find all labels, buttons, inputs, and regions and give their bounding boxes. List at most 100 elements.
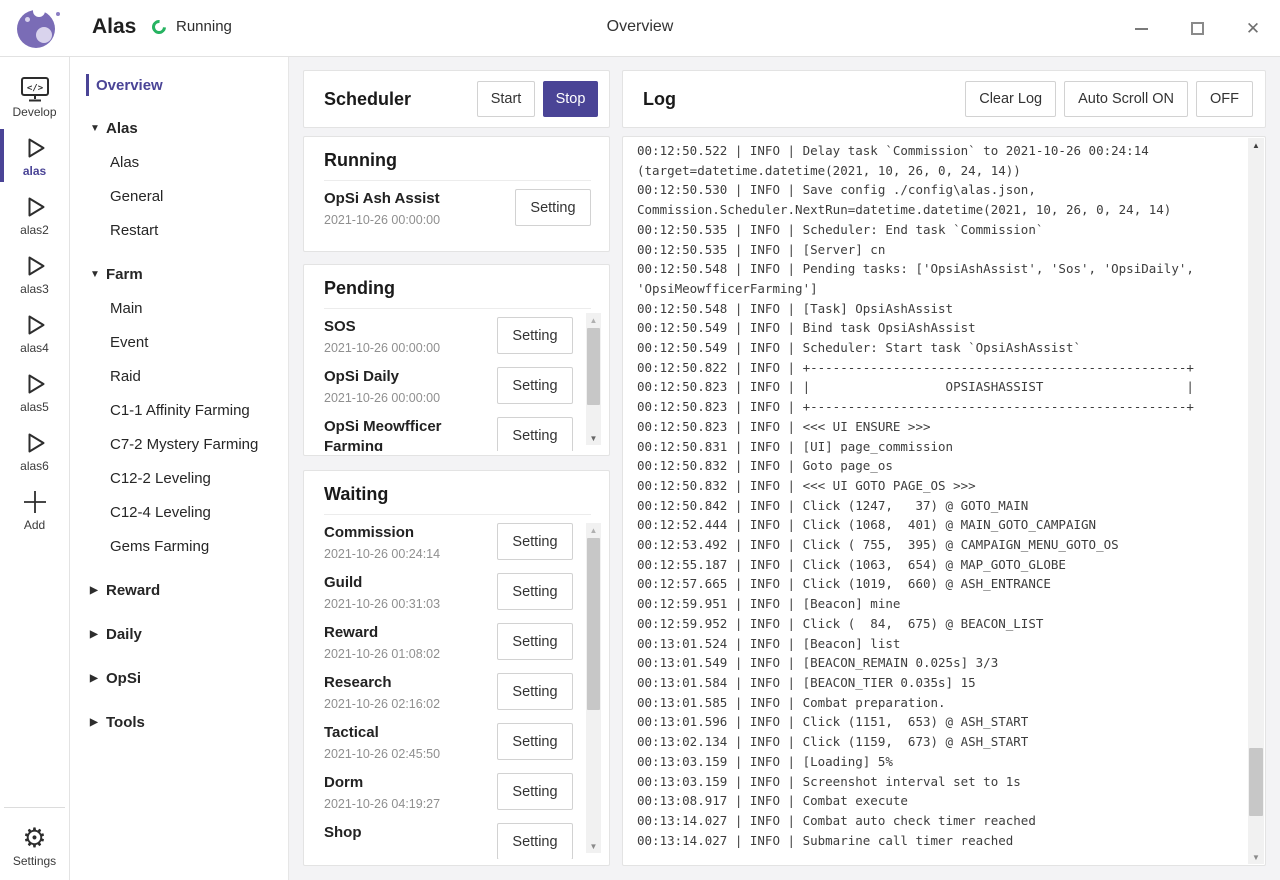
chevron-right-icon: ▶	[90, 585, 106, 596]
log-line: 00:12:59.952 | INFO | Click ( 84, 675) @…	[637, 614, 1245, 634]
task-name: Tactical	[324, 723, 379, 743]
setting-button[interactable]: Setting	[497, 623, 573, 660]
chevron-down-icon: ▼	[90, 269, 106, 280]
rail-item-alas5[interactable]: alas5	[0, 362, 69, 421]
clear-log-button[interactable]: Clear Log	[965, 81, 1056, 117]
waiting-panel: Waiting Commission2021-10-26 00:24:14Set…	[303, 470, 610, 866]
log-line: 00:12:50.822 | INFO | +-----------------…	[637, 358, 1245, 378]
settings-label: Settings	[13, 854, 56, 868]
nav-group-opsi[interactable]: ▶OpSi	[70, 661, 288, 695]
rail-item-alas2[interactable]: alas2	[0, 185, 69, 244]
log-line: 00:12:53.492 | INFO | Click ( 755, 395) …	[637, 535, 1245, 555]
task-row: SOS2021-10-26 00:00:00Setting	[304, 315, 609, 365]
log-line: 00:13:14.027 | INFO | Combat auto check …	[637, 811, 1245, 831]
log-output[interactable]: 00:12:50.522 | INFO | Delay task `Commis…	[637, 141, 1245, 863]
autoscroll-button[interactable]: Auto Scroll ON	[1064, 81, 1188, 117]
setting-button[interactable]: Setting	[497, 673, 573, 710]
setting-button[interactable]: Setting	[515, 189, 591, 226]
nav-group-alas[interactable]: ▼Alas	[70, 111, 288, 145]
running-title: Running	[324, 150, 589, 171]
nav-item-main[interactable]: Main	[70, 291, 288, 325]
task-row: OpSi Meowfficer Farming Setting	[304, 415, 609, 451]
nav-item-event[interactable]: Event	[70, 325, 288, 359]
waiting-scrollbar[interactable]: ▲ ▼	[586, 523, 601, 853]
log-line: 'OpsiMeowfficerFarming']	[637, 279, 1245, 299]
log-line: 00:12:52.444 | INFO | Click (1068, 401) …	[637, 515, 1245, 535]
nav-item-c12-2-leveling[interactable]: C12-2 Leveling	[70, 461, 288, 495]
log-line: 00:13:08.917 | INFO | Combat execute	[637, 791, 1245, 811]
sidebar-item-settings[interactable]: Settings	[0, 816, 69, 874]
maximize-icon[interactable]	[1182, 14, 1212, 44]
rail-item-alas4[interactable]: alas4	[0, 303, 69, 362]
rail-divider	[4, 807, 65, 808]
nav-menu: Overview ▼AlasAlasGeneralRestart▼FarmMai…	[70, 57, 289, 880]
nav-item-overview[interactable]: Overview	[70, 69, 288, 101]
setting-button[interactable]: Setting	[497, 773, 573, 810]
rail-item-develop[interactable]: </>Develop	[0, 67, 69, 126]
rail-item-label: alas2	[20, 223, 49, 237]
setting-button[interactable]: Setting	[497, 317, 573, 354]
task-next-run-time: 2021-10-26 04:19:27	[324, 797, 440, 811]
log-line: 00:13:03.159 | INFO | Screenshot interva…	[637, 772, 1245, 792]
rail-item-label: alas6	[20, 459, 49, 473]
nav-item-c12-4-leveling[interactable]: C12-4 Leveling	[70, 495, 288, 529]
scroll-down-icon[interactable]: ▼	[586, 431, 601, 445]
nav-item-c7-2-mystery-farming[interactable]: C7-2 Mystery Farming	[70, 427, 288, 461]
start-button[interactable]: Start	[477, 81, 535, 117]
minimize-icon[interactable]	[1126, 14, 1156, 44]
scroll-down-icon[interactable]: ▼	[586, 839, 601, 853]
nav-item-c1-1-affinity-farming[interactable]: C1-1 Affinity Farming	[70, 393, 288, 427]
rail-item-add[interactable]: Add	[0, 480, 69, 539]
running-task-list: OpSi Ash Assist2021-10-26 00:00:00Settin…	[304, 187, 609, 247]
nav-item-general[interactable]: General	[70, 179, 288, 213]
play-icon	[21, 133, 49, 163]
scroll-up-icon[interactable]: ▲	[1248, 138, 1264, 152]
rail-item-alas[interactable]: alas	[0, 126, 69, 185]
task-name: Commission	[324, 523, 414, 543]
waiting-task-list: Commission2021-10-26 00:24:14SettingGuil…	[304, 521, 609, 859]
setting-button[interactable]: Setting	[497, 573, 573, 610]
nav-item-alas[interactable]: Alas	[70, 145, 288, 179]
log-scrollbar[interactable]: ▲ ▼	[1248, 138, 1264, 864]
log-line: 00:12:57.665 | INFO | Click (1019, 660) …	[637, 574, 1245, 594]
nav-group-label: Farm	[106, 266, 143, 283]
nav-groups: ▼AlasAlasGeneralRestart▼FarmMainEventRai…	[70, 111, 288, 739]
divider	[324, 514, 591, 515]
rail-item-alas3[interactable]: alas3	[0, 244, 69, 303]
nav-group-reward[interactable]: ▶Reward	[70, 573, 288, 607]
pending-scrollbar[interactable]: ▲ ▼	[586, 313, 601, 445]
task-name: Research	[324, 673, 392, 693]
scroll-up-icon[interactable]: ▲	[586, 523, 601, 537]
nav-item-gems-farming[interactable]: Gems Farming	[70, 529, 288, 563]
nav-group-farm[interactable]: ▼Farm	[70, 257, 288, 291]
rail-item-alas6[interactable]: alas6	[0, 421, 69, 480]
log-line: 00:12:50.548 | INFO | Pending tasks: ['O…	[637, 259, 1245, 279]
nav-item-restart[interactable]: Restart	[70, 213, 288, 247]
nav-group-daily[interactable]: ▶Daily	[70, 617, 288, 651]
setting-button[interactable]: Setting	[497, 523, 573, 560]
setting-button[interactable]: Setting	[497, 723, 573, 760]
scroll-down-icon[interactable]: ▼	[1248, 850, 1264, 864]
nav-group-label: Tools	[106, 714, 145, 731]
scrollbar-thumb[interactable]	[587, 328, 600, 405]
chevron-right-icon: ▶	[90, 717, 106, 728]
scroll-up-icon[interactable]: ▲	[586, 313, 601, 327]
setting-button[interactable]: Setting	[497, 417, 573, 451]
log-line: 00:12:50.823 | INFO | <<< UI ENSURE >>>	[637, 417, 1245, 437]
nav-item-raid[interactable]: Raid	[70, 359, 288, 393]
scrollbar-thumb[interactable]	[587, 538, 600, 710]
setting-button[interactable]: Setting	[497, 823, 573, 859]
running-panel: Running OpSi Ash Assist2021-10-26 00:00:…	[303, 136, 610, 252]
task-next-run-time: 2021-10-26 01:08:02	[324, 647, 440, 661]
autoscroll-off-button[interactable]: OFF	[1196, 81, 1253, 117]
scrollbar-thumb[interactable]	[1249, 748, 1263, 816]
task-row: Commission2021-10-26 00:24:14Setting	[304, 521, 609, 571]
stop-button[interactable]: Stop	[543, 81, 598, 117]
log-line: 00:13:01.549 | INFO | [BEACON_REMAIN 0.0…	[637, 653, 1245, 673]
setting-button[interactable]: Setting	[497, 367, 573, 404]
task-name: SOS	[324, 317, 356, 337]
close-icon[interactable]	[1238, 14, 1268, 44]
task-name: OpSi Meowfficer Farming	[324, 417, 484, 451]
nav-group-tools[interactable]: ▶Tools	[70, 705, 288, 739]
task-row: Dorm2021-10-26 04:19:27Setting	[304, 771, 609, 821]
